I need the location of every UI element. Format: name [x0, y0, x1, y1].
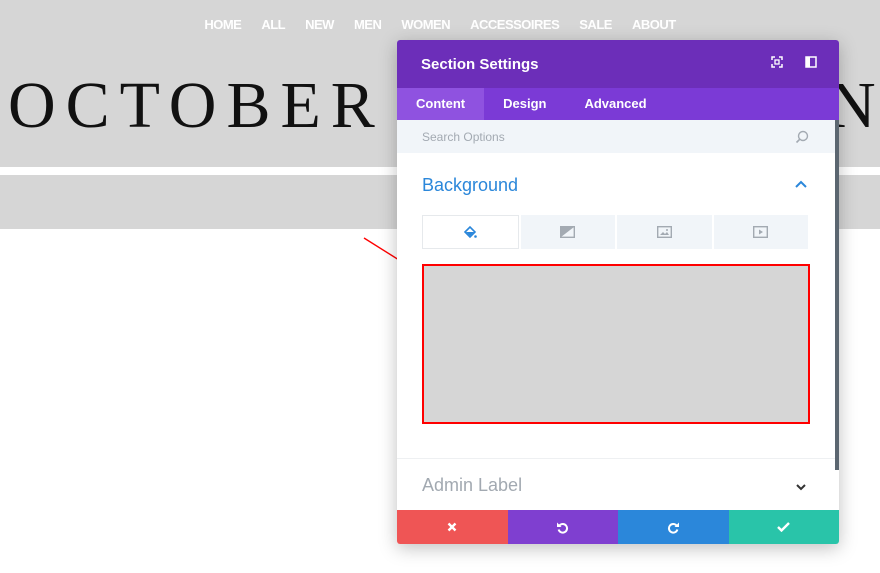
- search-bar: [397, 120, 839, 153]
- image-icon: [656, 226, 672, 238]
- nav-sale[interactable]: SALE: [579, 17, 612, 32]
- nav-women[interactable]: WOMEN: [401, 17, 450, 32]
- tab-design[interactable]: Design: [484, 88, 565, 120]
- split-view-icon[interactable]: [805, 56, 817, 68]
- undo-icon: [557, 522, 569, 534]
- bg-tab-video[interactable]: [713, 215, 808, 249]
- admin-label-section: Admin Label: [397, 458, 835, 510]
- search-icon[interactable]: [795, 130, 809, 144]
- save-button[interactable]: [728, 510, 839, 544]
- background-title[interactable]: Background: [422, 175, 518, 196]
- check-icon: [777, 522, 791, 532]
- nav-new[interactable]: NEW: [305, 17, 334, 32]
- nav-men[interactable]: MEN: [354, 17, 382, 32]
- search-input[interactable]: [422, 129, 762, 144]
- nav-about[interactable]: ABOUT: [632, 17, 676, 32]
- modal-footer: [397, 510, 839, 544]
- bg-tab-image[interactable]: [617, 215, 712, 249]
- site-logo[interactable]: OCTOBER: [8, 68, 385, 144]
- section-settings-modal: Section Settings Content Design Advanced…: [397, 40, 839, 544]
- redo-icon: [667, 522, 679, 534]
- chevron-up-icon[interactable]: [795, 180, 807, 188]
- admin-label-title[interactable]: Admin Label: [422, 475, 522, 496]
- chevron-down-icon[interactable]: [796, 483, 806, 491]
- redo-button[interactable]: [618, 510, 729, 544]
- main-nav: HOME ALL NEW MEN WOMEN ACCESSOIRES SALE …: [0, 17, 880, 32]
- cancel-button[interactable]: [397, 510, 508, 544]
- nav-accessoires[interactable]: ACCESSOIRES: [470, 17, 560, 32]
- bg-tab-color[interactable]: [422, 215, 519, 249]
- close-icon: [447, 522, 457, 532]
- modal-title: Section Settings: [421, 55, 539, 73]
- background-type-tabs: [422, 215, 808, 249]
- tab-content[interactable]: Content: [397, 88, 485, 120]
- modal-header[interactable]: Section Settings: [397, 40, 839, 88]
- scrollbar[interactable]: [835, 120, 839, 470]
- gradient-icon: [560, 226, 576, 238]
- paint-bucket-icon: [464, 225, 478, 239]
- nav-home[interactable]: HOME: [204, 17, 242, 32]
- undo-button[interactable]: [507, 510, 618, 544]
- tab-advanced[interactable]: Advanced: [565, 88, 665, 120]
- background-color-preview[interactable]: [422, 264, 810, 424]
- settings-tabs: Content Design Advanced: [397, 88, 839, 120]
- bg-tab-gradient[interactable]: [520, 215, 615, 249]
- fullscreen-icon[interactable]: [771, 56, 783, 68]
- video-icon: [753, 226, 769, 238]
- nav-all[interactable]: ALL: [261, 17, 285, 32]
